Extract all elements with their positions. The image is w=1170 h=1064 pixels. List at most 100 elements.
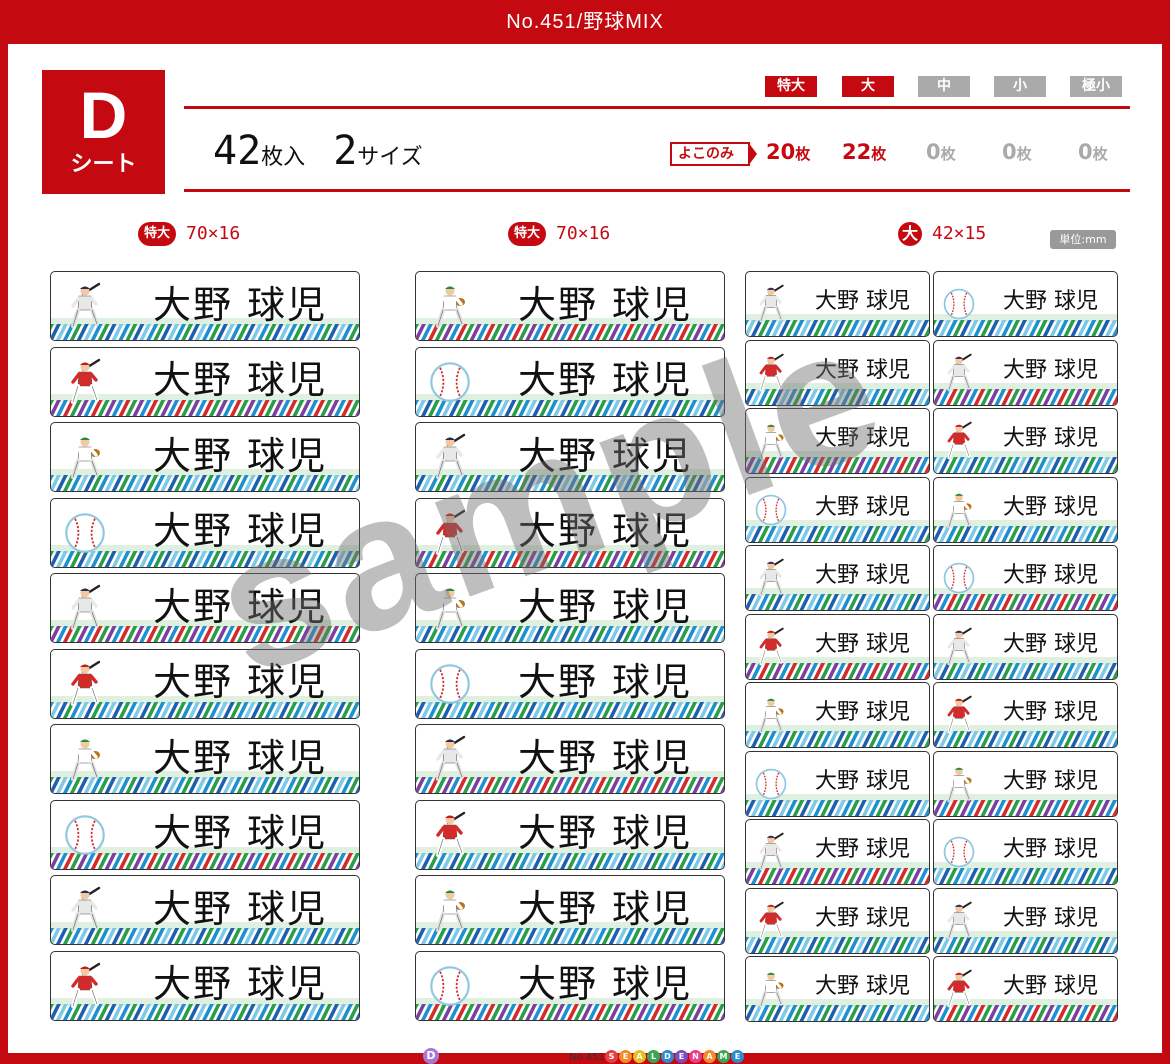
count-number: 0 [926,140,941,164]
logo-letter: S [605,1050,618,1063]
sheets-count: 42 [213,128,262,174]
label-name: 大野 球児 [517,735,693,780]
section-size-pill: 特大 [138,222,177,246]
page-title: No.451/野球MIX [506,11,664,33]
count-number: 0 [1002,140,1017,164]
label-name: 大野 球児 [152,584,328,629]
size-chip: 大 [842,76,894,97]
baseball-icon [942,832,976,872]
batter-icon [942,695,976,735]
sheets-unit: 枚入 [261,145,306,170]
baseball-icon [63,811,107,859]
batter-icon [63,358,107,406]
name-label: 大野 球児 [415,497,725,568]
batter-icon [63,962,107,1010]
sheet-letter: D [79,78,128,152]
count-unit: 枚 [795,145,811,163]
label-name: 大野 球児 [517,962,693,1006]
name-label: 大野 球児 [745,682,930,748]
pitcher-icon [428,282,472,330]
section-dims: 70×16 [556,223,611,244]
label-name: 大野 球児 [1003,700,1098,725]
label-name: 大野 球児 [517,358,693,402]
label-name: 大野 球児 [815,426,910,451]
name-label: 大野 球児 [50,875,360,945]
name-label: 大野 球児 [745,545,930,611]
name-label: 大野 球児 [745,887,930,954]
footer-sheet-badge: D [423,1048,439,1064]
size-count: 0枚 [1002,140,1032,164]
name-label: 大野 球児 [415,346,725,417]
name-label: 大野 球児 [745,476,930,543]
name-label: 大野 球児 [745,956,930,1022]
batter-icon [428,433,472,481]
baseball-icon [428,962,472,1010]
name-label: 大野 球児 [415,648,725,719]
name-label: 大野 球児 [415,724,725,794]
batter-icon [754,901,788,941]
size-count: 0枚 [926,140,956,164]
name-label: 大野 球児 [933,545,1118,611]
name-label: 大野 球児 [933,476,1118,543]
unit-badge: 単位:mm [1050,230,1116,249]
name-label: 大野 球児 [745,819,930,885]
label-name: 大野 球児 [815,357,910,383]
name-label: 大野 球児 [933,271,1118,337]
name-label: 大野 球児 [745,339,930,406]
name-label: 大野 球児 [933,750,1118,817]
pitcher-icon [942,764,976,804]
baseball-icon [942,284,976,324]
label-name: 大野 球児 [152,811,328,855]
count-number: 0 [1078,140,1093,164]
label-name: 大野 球児 [152,735,328,780]
section-dims: 42×15 [932,223,987,244]
label-name: 大野 球児 [517,509,693,553]
label-name: 大野 球児 [815,974,910,999]
name-label: 大野 球児 [745,750,930,817]
divider-top [184,106,1130,109]
label-name: 大野 球児 [815,631,910,657]
baseball-icon [428,358,472,406]
name-label: 大野 球児 [50,573,360,643]
label-name: 大野 球児 [815,700,910,725]
logo-letter: E [731,1050,744,1063]
name-label: 大野 球児 [50,799,360,870]
name-label: 大野 球児 [745,613,930,680]
size-count: 22枚 [842,140,886,164]
brand-logo: SEALDENAME [605,1050,744,1063]
label-name: 大野 球児 [1003,357,1098,383]
section-head-1: 特大 70×16 [138,222,240,246]
label-name: 大野 球児 [152,282,328,327]
count-number: 22 [842,140,872,164]
baseball-icon [63,509,107,557]
pitcher-icon [754,421,788,461]
size-chip: 極小 [1070,76,1122,97]
pitcher-icon [754,969,788,1009]
label-name: 大野 球児 [152,358,328,402]
name-label: 大野 球児 [50,271,360,341]
name-label: 大野 球児 [745,271,930,337]
batter-icon [63,660,107,708]
name-label: 大野 球児 [50,950,360,1021]
baseball-icon [754,490,788,530]
batter-icon [428,509,472,557]
sheet-badge: D シート [42,70,165,194]
name-label: 大野 球児 [933,887,1118,954]
batter-icon [428,811,472,859]
label-name: 大野 球児 [1003,494,1098,520]
label-name: 大野 球児 [1003,426,1098,451]
count-unit: 枚 [871,145,887,163]
label-name: 大野 球児 [517,282,693,327]
batter-icon [754,832,788,872]
pitcher-icon [63,433,107,481]
logo-letter: N [689,1050,702,1063]
batter-icon [754,284,788,324]
section-head-2: 特大 70×16 [508,222,610,246]
section-size-pill: 大 [898,222,922,246]
logo-letter: A [703,1050,716,1063]
label-name: 大野 球児 [815,837,910,862]
pitcher-icon [428,886,472,934]
divider-bottom [184,189,1130,192]
baseball-icon [754,764,788,804]
label-name: 大野 球児 [517,886,693,931]
